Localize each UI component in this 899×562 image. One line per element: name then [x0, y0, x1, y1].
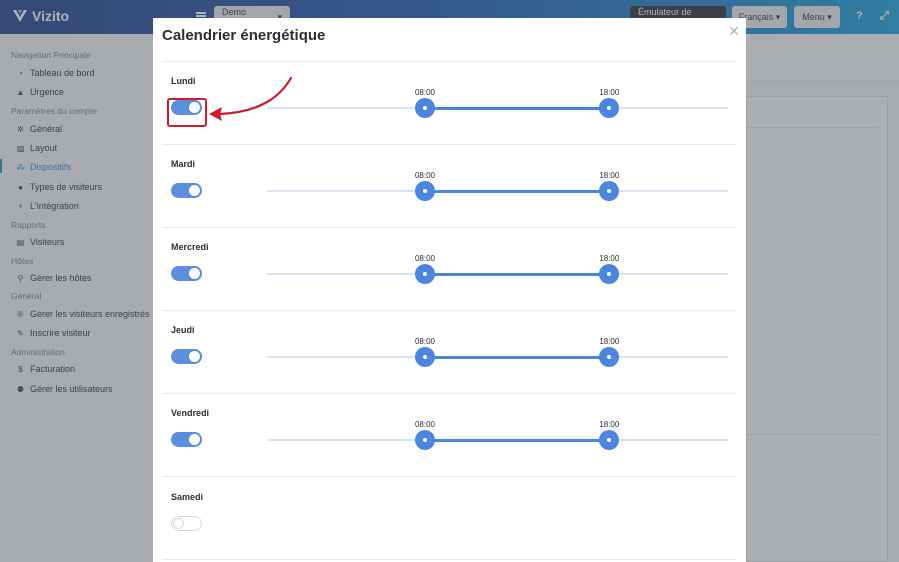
time-slider-handle-start[interactable] [414, 430, 435, 450]
row-divider [162, 61, 736, 62]
time-slider-handle-start[interactable] [414, 264, 435, 284]
day-row-mercredi: Mercredi 08:00 18:00 [153, 242, 746, 325]
time-label-end: 18:00 [599, 171, 620, 180]
day-toggle[interactable] [171, 266, 202, 281]
row-divider [162, 227, 736, 228]
time-slider-handle-start[interactable] [414, 181, 435, 201]
time-slider-range [424, 439, 610, 442]
time-label-end: 18:00 [599, 337, 620, 346]
day-label: Samedi [171, 492, 204, 502]
toggle-knob [173, 518, 184, 529]
day-toggle[interactable] [171, 432, 202, 447]
time-label-start: 08:00 [414, 171, 435, 180]
day-row-samedi: Samedi [153, 492, 746, 562]
day-label: Mardi [171, 159, 196, 169]
toggle-knob [189, 351, 200, 362]
row-divider [162, 310, 736, 311]
time-slider-handle-end[interactable] [599, 181, 620, 201]
row-divider [162, 476, 736, 477]
time-label-start: 08:00 [414, 337, 435, 346]
day-toggle[interactable] [171, 349, 202, 364]
day-label: Jeudi [171, 325, 195, 335]
row-divider [162, 144, 736, 145]
time-slider-handle-end[interactable] [599, 264, 620, 284]
day-label: Mercredi [171, 242, 209, 252]
time-slider-range [424, 273, 610, 276]
time-slider-range [424, 356, 610, 359]
time-slider-handle-end[interactable] [599, 430, 620, 450]
toggle-knob [189, 268, 200, 279]
time-label-end: 18:00 [599, 420, 620, 429]
day-label: Lundi [171, 76, 196, 86]
toggle-knob [189, 434, 200, 445]
day-label: Vendredi [171, 408, 210, 418]
time-slider-range [424, 107, 610, 110]
time-label-start: 08:00 [414, 420, 435, 429]
time-label-start: 08:00 [414, 88, 435, 97]
modal-title: Calendrier énergétique [162, 27, 326, 44]
time-slider-handle-start[interactable] [414, 98, 435, 118]
row-divider [162, 559, 736, 560]
time-label-start: 08:00 [414, 254, 435, 263]
day-row-jeudi: Jeudi 08:00 18:00 [153, 325, 746, 408]
day-toggle[interactable] [171, 516, 202, 531]
time-slider-handle-end[interactable] [599, 347, 620, 367]
time-label-end: 18:00 [599, 88, 620, 97]
time-slider-handle-end[interactable] [599, 98, 620, 118]
toggle-knob [189, 185, 200, 196]
day-row-mardi: Mardi 08:00 18:00 [153, 159, 746, 242]
time-label-end: 18:00 [599, 254, 620, 263]
row-divider [162, 393, 736, 394]
time-slider-handle-start[interactable] [414, 347, 435, 367]
day-row-vendredi: Vendredi 08:00 18:00 [153, 408, 746, 491]
close-icon[interactable]: ✕ [728, 23, 740, 40]
day-toggle[interactable] [171, 183, 202, 198]
time-slider-range [424, 190, 610, 193]
arrow-annotation-icon [209, 76, 293, 121]
